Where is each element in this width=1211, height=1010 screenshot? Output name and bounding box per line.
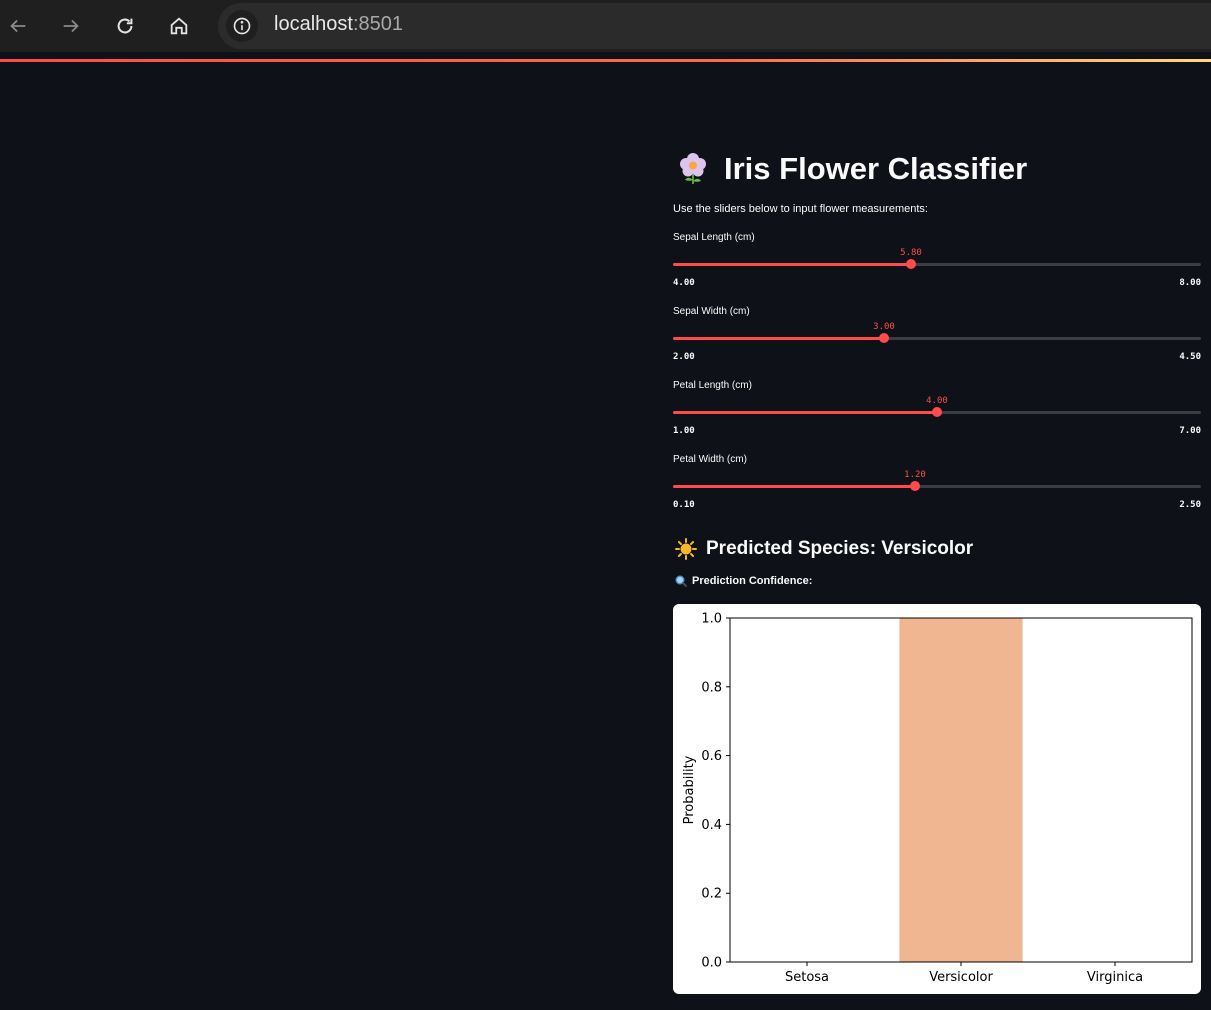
sun-icon bbox=[675, 538, 697, 560]
slider-label: Sepal Length (cm) bbox=[673, 232, 755, 243]
url-host: localhost bbox=[274, 13, 353, 35]
instructions-text: Use the sliders below to input flower me… bbox=[673, 203, 928, 215]
slider-petal-width-cm[interactable]: Petal Width (cm) 1.20 0.10 2.50 bbox=[673, 454, 1201, 526]
slider-label: Petal Length (cm) bbox=[673, 380, 752, 391]
slider-label: Sepal Width (cm) bbox=[673, 306, 750, 317]
slider-track[interactable] bbox=[673, 481, 1201, 491]
browser-toolbar: localhost:8501 bbox=[0, 0, 1211, 52]
probability-chart-svg: Setosa Versicolor Virginica 0.0 0.2 0.4 0.6 0.8… bbox=[682, 612, 1193, 985]
confidence-heading: Prediction Confidence: bbox=[675, 575, 812, 587]
slider-max-label: 2.50 bbox=[1179, 500, 1201, 510]
slider-label: Petal Width (cm) bbox=[673, 454, 747, 465]
site-info-icon[interactable] bbox=[226, 10, 258, 42]
slider-sepal-width-cm[interactable]: Sepal Width (cm) 3.00 2.00 4.50 bbox=[673, 306, 1201, 378]
y-tick-label: 0.6 bbox=[701, 749, 722, 764]
slider-track[interactable] bbox=[673, 407, 1201, 417]
home-icon[interactable] bbox=[164, 11, 194, 41]
y-tick-label: 0.4 bbox=[701, 818, 722, 833]
y-tick-label: 1.0 bbox=[701, 612, 722, 627]
slider-track[interactable] bbox=[673, 333, 1201, 343]
slider-thumb[interactable] bbox=[879, 333, 889, 343]
bar-versicolor bbox=[899, 618, 1023, 962]
slider-value: 1.20 bbox=[904, 470, 926, 480]
back-arrow-icon[interactable] bbox=[3, 11, 33, 41]
probability-chart: Setosa Versicolor Virginica 0.0 0.2 0.4 0.6 0.8… bbox=[673, 604, 1201, 994]
slider-sepal-length-cm[interactable]: Sepal Length (cm) 5.80 4.00 8.00 bbox=[673, 232, 1201, 304]
y-tick-label: 0.2 bbox=[701, 887, 722, 902]
slider-max-label: 8.00 bbox=[1179, 278, 1201, 288]
slider-fill bbox=[673, 263, 911, 266]
slider-track[interactable] bbox=[673, 259, 1201, 269]
y-tick-label: 0.8 bbox=[701, 680, 722, 695]
magnifying-glass-icon bbox=[675, 575, 687, 587]
slider-fill bbox=[673, 411, 937, 414]
slider-min-label: 4.00 bbox=[673, 278, 695, 288]
slider-min-label: 0.10 bbox=[673, 500, 695, 510]
x-tick-label: Virginica bbox=[1087, 970, 1143, 985]
slider-petal-length-cm[interactable]: Petal Length (cm) 4.00 1.00 7.00 bbox=[673, 380, 1201, 452]
page-title: Iris Flower Classifier bbox=[677, 147, 1027, 191]
y-axis-label: Probability bbox=[682, 755, 697, 824]
predicted-species-heading: Predicted Species: Versicolor bbox=[675, 536, 973, 562]
slider-value: 5.80 bbox=[900, 248, 922, 258]
title-text: Iris Flower Classifier bbox=[724, 151, 1028, 186]
confidence-label: Prediction Confidence: bbox=[692, 575, 813, 587]
slider-min-label: 1.00 bbox=[673, 426, 695, 436]
address-bar[interactable]: localhost:8501 bbox=[218, 3, 1211, 49]
url-port: :8501 bbox=[352, 13, 403, 35]
slider-value: 4.00 bbox=[926, 396, 948, 406]
x-tick-label: Setosa bbox=[785, 970, 829, 985]
slider-fill bbox=[673, 337, 884, 340]
slider-fill bbox=[673, 485, 915, 488]
slider-max-label: 4.50 bbox=[1179, 352, 1201, 362]
slider-thumb[interactable] bbox=[910, 481, 920, 491]
slider-thumb[interactable] bbox=[932, 407, 942, 417]
slider-max-label: 7.00 bbox=[1179, 426, 1201, 436]
reload-icon[interactable] bbox=[110, 11, 140, 41]
x-tick-label: Versicolor bbox=[929, 970, 993, 985]
predicted-species-text: Predicted Species: Versicolor bbox=[706, 538, 974, 559]
y-tick-label: 0.0 bbox=[701, 956, 722, 971]
slider-value: 3.00 bbox=[873, 322, 895, 332]
forward-arrow-icon[interactable] bbox=[56, 11, 86, 41]
main-content: Iris Flower Classifier Use the sliders b… bbox=[673, 62, 1201, 1010]
slider-thumb[interactable] bbox=[906, 259, 916, 269]
url-text[interactable]: localhost:8501 bbox=[274, 13, 403, 36]
slider-min-label: 2.00 bbox=[673, 352, 695, 362]
cherry-blossom-icon bbox=[680, 153, 706, 184]
